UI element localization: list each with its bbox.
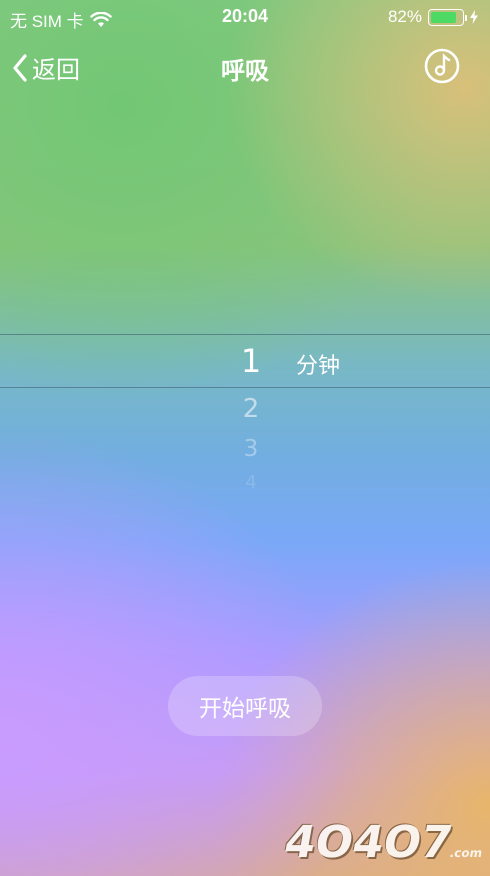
duration-picker[interactable]: 1 2 3 4 分钟 — [0, 334, 490, 494]
watermark-logo: 4O4O7.com — [280, 817, 488, 868]
picker-divider-bottom — [0, 387, 490, 388]
picker-divider-top — [0, 334, 490, 335]
battery-icon — [428, 8, 467, 26]
charging-bolt-icon — [470, 10, 478, 24]
status-right: 82% — [388, 7, 478, 27]
music-note-icon[interactable] — [424, 48, 460, 84]
picker-option[interactable]: 3 — [231, 436, 271, 462]
watermark-text: 4O4O7 — [280, 817, 457, 868]
watermark-suffix: .com — [448, 846, 484, 860]
start-breathing-button[interactable]: 开始呼吸 — [168, 676, 322, 736]
picker-selected-value[interactable]: 1 — [231, 342, 271, 380]
picker-option[interactable]: 2 — [231, 394, 271, 424]
navigation-bar: 返回 呼吸 — [0, 38, 490, 94]
page-title: 呼吸 — [221, 57, 269, 85]
status-bar: 无 SIM 卡 20:04 82% — [0, 0, 490, 34]
battery-percent: 82% — [387, 7, 422, 26]
battery-fill — [431, 11, 456, 23]
picker-option[interactable]: 4 — [231, 472, 271, 492]
picker-unit-label: 分钟 — [296, 354, 341, 379]
